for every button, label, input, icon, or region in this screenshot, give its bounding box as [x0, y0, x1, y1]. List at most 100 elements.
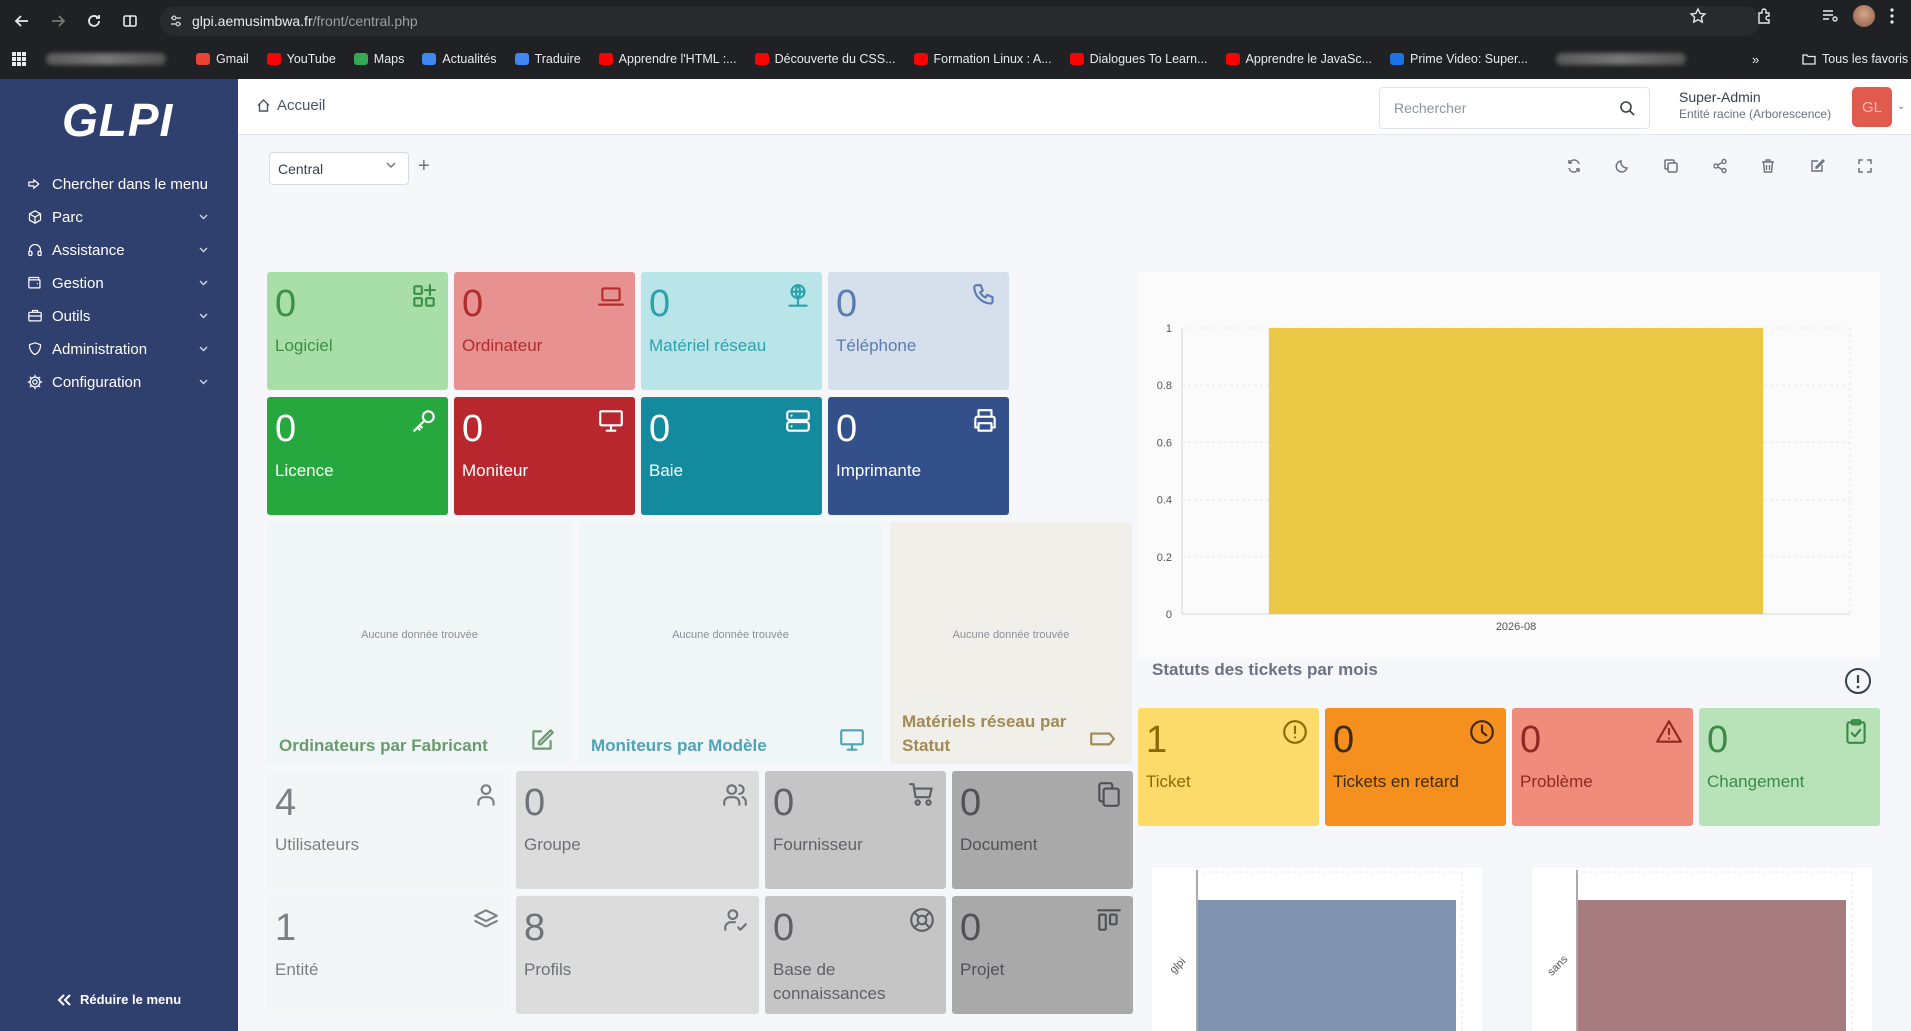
reload-icon[interactable]	[78, 5, 110, 37]
address-bar[interactable]: glpi.aemusimbwa.fr/front/central.php	[160, 6, 1760, 36]
gear-icon	[26, 374, 44, 390]
bookmark-favicon-icon	[353, 53, 368, 65]
chevron-down-icon	[199, 379, 208, 385]
card-moniteur[interactable]: 0 Moniteur	[454, 397, 635, 515]
bar-clos	[1268, 328, 1764, 614]
bookmark-item[interactable]: Gmail	[196, 52, 249, 66]
card-label: Fournisseur	[773, 835, 863, 854]
url-path: /front/central.php	[312, 13, 418, 29]
sidebar-item-assistance[interactable]: Assistance	[26, 233, 216, 267]
card-logiciel[interactable]: 0 Logiciel	[267, 272, 448, 390]
chevron-down-icon	[199, 247, 208, 253]
card-document[interactable]: 0 Document	[952, 771, 1133, 889]
bookmark-item[interactable]: Actualités	[422, 52, 497, 66]
bookmark-label: Formation Linux : A...	[933, 52, 1052, 66]
card-base-de-connaissances[interactable]: 0 Base de connaissances	[765, 896, 946, 1014]
card-label: Imprimante	[836, 461, 922, 480]
profile-avatar[interactable]	[1853, 5, 1875, 27]
search-input[interactable]: Rechercher	[1379, 87, 1650, 129]
widget-title: Matériels réseau par Statut	[902, 712, 1067, 755]
chevron-down-icon[interactable]: ⌄	[1897, 101, 1905, 112]
card-projet[interactable]: 0 Projet	[952, 896, 1133, 1014]
card-t-l-phone[interactable]: 0 Téléphone	[828, 272, 1009, 390]
refresh-icon[interactable]	[1563, 155, 1585, 177]
bookmark-item[interactable]: Apprendre le JavaSc...	[1225, 52, 1372, 66]
blurred-bookmark[interactable]	[1555, 53, 1686, 65]
search-icon[interactable]	[1619, 100, 1635, 116]
bookmark-item[interactable]: Prime Video: Super...	[1390, 52, 1528, 66]
card-ticket[interactable]: 1 Ticket	[1138, 708, 1319, 826]
bookmark-label: Gmail	[216, 52, 249, 66]
card-profils[interactable]: 8 Profils	[516, 896, 759, 1014]
card-licence[interactable]: 0 Licence	[267, 397, 448, 515]
arrow-right-icon	[26, 176, 44, 192]
copy-icon[interactable]	[1660, 155, 1682, 177]
fullscreen-icon[interactable]	[1854, 155, 1876, 177]
sidebar-item-configuration[interactable]: Configuration	[26, 365, 216, 399]
sidebar-item-administration[interactable]: Administration	[26, 332, 216, 366]
card-changement[interactable]: 0 Changement	[1699, 708, 1880, 826]
bookmark-label: Découverte du CSS...	[774, 52, 896, 66]
card-label: Profils	[524, 960, 572, 979]
reduce-menu-button[interactable]: Réduire le menu	[56, 992, 181, 1007]
monitor-icon[interactable]	[838, 726, 866, 754]
card-baie[interactable]: 0 Baie	[641, 397, 822, 515]
media-icon[interactable]	[1821, 7, 1839, 25]
blurred-bookmark[interactable]	[46, 53, 166, 65]
bookmark-item[interactable]: Maps	[353, 52, 404, 66]
card-ordinateur[interactable]: 0 Ordinateur	[454, 272, 635, 390]
card-mat-riel-r-seau[interactable]: 0 Matériel réseau	[641, 272, 822, 390]
site-info-icon[interactable]	[168, 13, 184, 29]
user-info[interactable]: Super-Admin Entité racine (Arborescence)	[1679, 89, 1831, 121]
bookmarks-bar: Gmail YouTube Maps Actualités Traduire Appren…	[0, 44, 1911, 74]
edit-icon[interactable]	[1806, 155, 1828, 177]
card-count: 1	[275, 907, 297, 949]
bookmark-item[interactable]: Dialogues To Learn...	[1069, 52, 1208, 66]
star-icon[interactable]	[1689, 7, 1707, 25]
extensions-icon[interactable]	[1755, 7, 1773, 25]
forward-icon[interactable]	[42, 5, 74, 37]
dashboard-select[interactable]: Central	[269, 152, 409, 185]
split-view-icon[interactable]	[114, 5, 146, 37]
menu-icon[interactable]	[1889, 7, 1895, 25]
glpi-logo[interactable]: GLPI	[62, 93, 173, 147]
sidebar-item-chercher-dans-le-menu[interactable]: Chercher dans le menu	[26, 167, 216, 201]
breadcrumb[interactable]: Accueil	[256, 97, 325, 114]
sidebar-item-gestion[interactable]: Gestion	[26, 266, 216, 300]
back-icon[interactable]	[6, 5, 38, 37]
widget-title: Ordinateurs par Fabricant	[279, 736, 488, 755]
bookmark-item[interactable]: Formation Linux : A...	[913, 52, 1052, 66]
tag-icon[interactable]	[1088, 726, 1116, 754]
card-groupe[interactable]: 0 Groupe	[516, 771, 759, 889]
chevron-down-icon	[199, 214, 208, 220]
avatar[interactable]: GL	[1852, 87, 1892, 127]
sidebar: GLPI Chercher dans le menu Parc Assistance…	[0, 79, 238, 1031]
alert-circle-icon[interactable]	[1844, 667, 1872, 695]
bookmark-item[interactable]: YouTube	[266, 52, 336, 66]
card-tickets-en-retard[interactable]: 0 Tickets en retard	[1325, 708, 1506, 826]
apps-grid-icon[interactable]	[12, 52, 26, 66]
sidebar-item-parc[interactable]: Parc	[26, 200, 216, 234]
sidebar-item-outils[interactable]: Outils	[26, 299, 216, 333]
more-bookmarks-icon[interactable]: »	[1752, 52, 1759, 67]
bookmark-item[interactable]: Apprendre l'HTML :...	[598, 52, 737, 66]
card-label: Base de connaissances	[773, 960, 886, 1003]
card-label: Baie	[649, 461, 684, 480]
edit-icon[interactable]	[528, 726, 556, 754]
user-icon	[472, 781, 500, 809]
share-icon[interactable]	[1709, 155, 1731, 177]
add-dashboard-button[interactable]: +	[418, 155, 430, 178]
card-fournisseur[interactable]: 0 Fournisseur	[765, 771, 946, 889]
bookmark-item[interactable]: Traduire	[514, 52, 581, 66]
card-imprimante[interactable]: 0 Imprimante	[828, 397, 1009, 515]
bookmark-item[interactable]: Découverte du CSS...	[754, 52, 896, 66]
card-label: Logiciel	[275, 336, 333, 355]
card-entit-[interactable]: 1 Entité	[267, 896, 510, 1014]
sidebar-item-label: Assistance	[52, 241, 125, 259]
card-utilisateurs[interactable]: 4 Utilisateurs	[267, 771, 510, 889]
trash-icon[interactable]	[1757, 155, 1779, 177]
reduce-menu-label: Réduire le menu	[80, 992, 182, 1007]
moon-icon[interactable]	[1612, 155, 1634, 177]
all-favorites[interactable]: Tous les favoris	[1802, 52, 1908, 66]
card-probl-me[interactable]: 0 Problème	[1512, 708, 1693, 826]
